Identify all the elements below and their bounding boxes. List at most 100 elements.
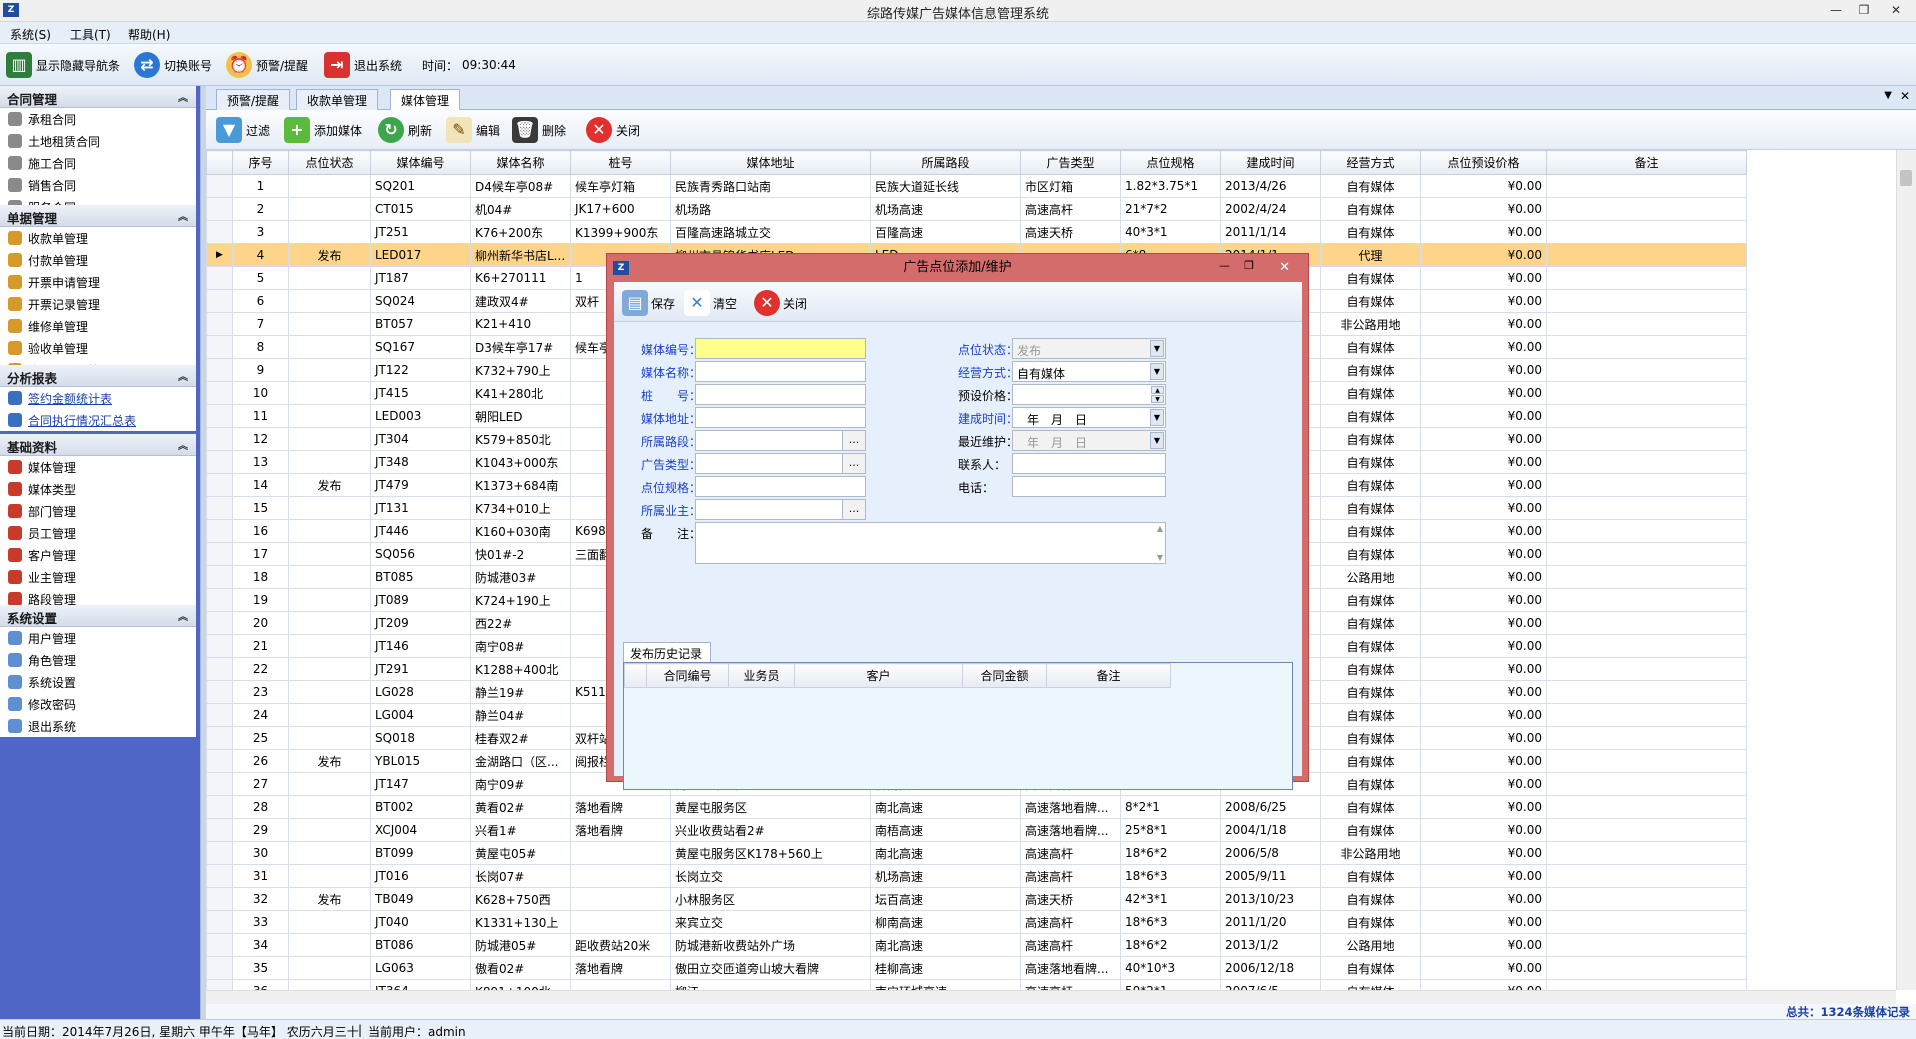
scroll-thumb[interactable] [1900,170,1912,186]
row-header[interactable] [206,473,233,497]
row-header[interactable] [206,197,233,221]
column-header[interactable]: 备注 [1546,150,1747,175]
tab-receipts[interactable]: 收款单管理 [296,89,379,110]
built-date-picker[interactable]: 年 月 日 ▼ [1012,407,1166,428]
history-column-header[interactable]: 客户 [794,663,963,688]
column-header[interactable]: 桩号 [570,150,671,175]
sidebar-item[interactable]: 开票记录管理 [0,293,196,315]
row-header[interactable] [206,680,233,704]
sidebar-group-header[interactable]: 系统设置 ︽ [0,605,196,627]
remark-scroll-up-icon[interactable]: ▲ [1157,524,1163,533]
row-header[interactable] [206,427,233,451]
sidebar-item[interactable]: 员工管理 [0,522,196,544]
table-row[interactable]: 35 LG063 傲看02# 落地看牌 傲田立交匝道旁山坡大看牌 桂柳高速 高速落地看牌..… [206,956,1747,980]
mode-select[interactable]: 自有媒体 ▼ [1012,361,1166,382]
vertical-scrollbar[interactable] [1896,150,1916,990]
column-header[interactable]: 序号 [232,150,289,175]
row-header[interactable] [206,657,233,681]
row-header[interactable] [206,703,233,727]
row-header[interactable] [206,358,233,382]
history-column-header[interactable]: 备注 [1046,663,1171,688]
row-header[interactable] [206,726,233,750]
column-header[interactable]: 经营方式 [1320,150,1421,175]
sidebar-group-header[interactable]: 单据管理 ︽ [0,205,196,227]
sidebar-item[interactable]: 签约金额统计表 [0,387,196,409]
sidebar-item[interactable]: 验收单管理 [0,337,196,359]
ad-type-input[interactable] [695,453,843,474]
dialog-close-tool-button[interactable]: ✕ 关闭 [754,290,807,316]
history-column-header[interactable]: 业务员 [728,663,795,688]
column-header[interactable]: 媒体编号 [370,150,471,175]
row-header[interactable] [206,795,233,819]
row-header[interactable] [206,588,233,612]
spin-down-icon[interactable]: ▼ [1151,395,1164,403]
table-row[interactable]: 28 BT002 黄看02# 落地看牌 黄屋屯服务区 南北高速 高速落地看牌... 8*2*1… [206,795,1747,819]
minimize-button[interactable]: — [1822,1,1850,19]
exit-button[interactable]: ⇥ 退出系统 [324,50,402,80]
table-row[interactable]: 31 JT016 长岗07# 长岗立交 机场高速 高速高杆 18*6*3 2005/9/11 自… [206,864,1747,888]
select-all-corner[interactable] [206,150,233,175]
sidebar-group-header[interactable]: 合同管理 ︽ [0,86,196,108]
add-media-button[interactable]: + 添加媒体 [284,115,362,145]
stake-input[interactable] [695,384,866,405]
tab-list-dropdown-icon[interactable]: ▼ [1884,90,1892,101]
row-header[interactable] [206,979,233,990]
switch-account-button[interactable]: ⇄ 切换账号 [134,50,212,80]
collapse-chevron-icon[interactable]: ︽ [178,608,188,623]
history-tab[interactable]: 发布历史记录 [623,642,711,662]
horizontal-scrollbar[interactable] [206,990,1896,1004]
road-input[interactable] [695,430,843,451]
alert-button[interactable]: ⏰ 预警/提醒 [226,50,308,80]
collapse-chevron-icon[interactable]: ︽ [178,89,188,104]
table-row[interactable]: 33 JT040 K1331+130上 来宾立交 柳南高速 高速高杆 18*6*3 2011/… [206,910,1747,934]
table-row[interactable]: 1 SQ201 D4候车亭08# 候车亭灯箱 民族青秀路口站南 民族大道延长线 市区灯箱 1.… [206,174,1747,198]
sidebar-item[interactable]: 收款单管理 [0,227,196,249]
price-spinner[interactable]: ▲ ▼ [1012,384,1166,405]
row-header[interactable] [206,542,233,566]
dialog-clear-button[interactable]: ✕ 清空 [684,290,737,316]
close-window-button[interactable]: ✕ [1882,1,1910,19]
row-header[interactable] [206,634,233,658]
row-header[interactable] [206,933,233,957]
column-header[interactable]: 点位规格 [1120,150,1221,175]
row-header[interactable] [206,818,233,842]
row-header[interactable] [206,496,233,520]
table-row[interactable]: 30 BT099 黄屋屯05# 黄屋屯服务区K178+560上 南北高速 高速高杆 18*6… [206,841,1747,865]
row-header[interactable] [206,887,233,911]
remark-textarea[interactable]: ▲ ▼ [695,522,1166,564]
status-select[interactable]: 发布 ▼ [1012,338,1166,359]
sidebar-group-header[interactable]: 基础资料 ︽ [0,434,196,456]
row-header[interactable] [206,174,233,198]
remark-scroll-down-icon[interactable]: ▼ [1157,553,1163,562]
column-header[interactable]: 点位状态 [288,150,371,175]
sidebar-item[interactable]: 角色管理 [0,649,196,671]
tab-close-icon[interactable]: ✕ [1900,89,1910,103]
dialog-restore-button[interactable]: ❐ [1244,252,1254,280]
row-header[interactable]: ▶ [206,243,233,267]
column-header[interactable]: 广告类型 [1020,150,1121,175]
sidebar-item[interactable]: 系统设置 [0,671,196,693]
sidebar-item[interactable]: 媒体类型 [0,478,196,500]
spec-input[interactable] [695,476,866,497]
sidebar-item[interactable]: 合同执行情况汇总表 [0,409,196,431]
row-header[interactable] [206,519,233,543]
row-header[interactable] [206,864,233,888]
sidebar-item[interactable]: 用户管理 [0,627,196,649]
sidebar-item[interactable]: 土地租赁合同 [0,130,196,152]
mode-dropdown-icon[interactable]: ▼ [1150,363,1164,380]
sidebar-item[interactable]: 部门管理 [0,500,196,522]
row-header[interactable] [206,266,233,290]
dialog-minimize-button[interactable]: — [1219,252,1230,280]
dialog-save-button[interactable]: ▤ 保存 [622,290,675,316]
column-header[interactable]: 建成时间 [1220,150,1321,175]
media-no-input[interactable] [695,338,866,359]
row-header[interactable] [206,450,233,474]
column-header[interactable]: 点位预设价格 [1420,150,1547,175]
media-name-input[interactable] [695,361,866,382]
refresh-button[interactable]: ↻ 刷新 [378,115,432,145]
menu-help[interactable]: 帮助(H) [128,26,170,43]
row-header[interactable] [206,381,233,405]
row-header[interactable] [206,220,233,244]
collapse-chevron-icon[interactable]: ︽ [178,208,188,223]
delete-button[interactable]: 🗑 删除 [512,115,566,145]
